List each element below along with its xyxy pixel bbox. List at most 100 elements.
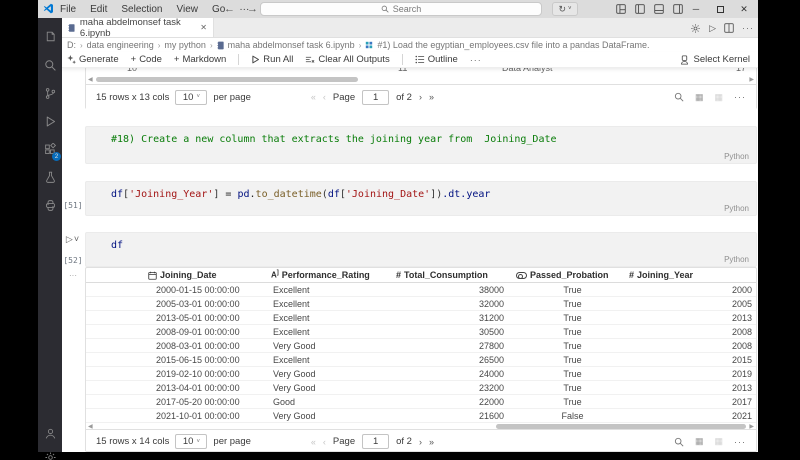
page-label: Page (333, 92, 355, 103)
run-all-button[interactable]: Run All (251, 54, 293, 65)
of-pages-label: of 2 (396, 436, 412, 447)
table-row[interactable]: 2013-05-01 00:00:00 Excellent 31200 True… (86, 311, 756, 325)
account-icon[interactable] (38, 422, 62, 444)
table-row[interactable]: 2008-03-01 00:00:00 Very Good 27800 True… (86, 339, 756, 353)
table-row[interactable]: 2000-01-15 00:00:00 Excellent 38000 True… (86, 283, 756, 297)
output-more-icon[interactable]: ··· (734, 437, 746, 447)
col-header-joining-year[interactable]: # Joining_Year (629, 270, 756, 280)
breadcrumb-drive[interactable]: D: (67, 40, 76, 50)
execution-count-52: [52] (62, 256, 84, 265)
menu-file[interactable]: File (60, 4, 76, 15)
explorer-icon[interactable] (38, 26, 62, 48)
run-all-icon (251, 55, 260, 64)
previous-output-container: 10 11 Data Analyst 17 ◀ ▶ 15 row (85, 68, 757, 109)
cell-language-label[interactable]: Python (724, 204, 749, 213)
add-markdown-button[interactable]: +Markdown (174, 54, 226, 65)
add-code-button[interactable]: +Code (131, 54, 162, 65)
col-header-passed-probation[interactable]: Passed_Probation (516, 270, 629, 280)
chevron-down-icon: ˅ (196, 94, 200, 100)
code-cell-comment[interactable]: #18) Create a new column that extracts t… (85, 126, 757, 164)
table-search-icon[interactable] (674, 437, 684, 447)
command-search-box[interactable]: Search (260, 2, 542, 16)
menu-selection[interactable]: Selection (121, 4, 162, 15)
close-window-button[interactable]: ✕ (732, 0, 756, 18)
tab-gear-icon[interactable] (690, 23, 701, 34)
col-header-performance-rating[interactable]: A] Performance_Rating (271, 270, 396, 280)
table-row[interactable]: 2019-02-10 00:00:00 Very Good 24000 True… (86, 367, 756, 381)
menu-view[interactable]: View (177, 4, 199, 15)
code-cell-df[interactable]: df Python (85, 232, 757, 267)
prev-page-button[interactable]: ‹ (323, 92, 326, 102)
table-row[interactable]: 2013-04-01 00:00:00 Very Good 23200 True… (86, 381, 756, 395)
toggle-secondary-sidebar-icon[interactable] (673, 4, 683, 14)
toolbar-more-icon[interactable]: ··· (470, 55, 482, 65)
next-page-button[interactable]: › (419, 437, 422, 447)
run-notebook-icon[interactable]: ▷ (709, 23, 716, 34)
page-size-select[interactable]: 10˅ (175, 434, 207, 449)
select-kernel-button[interactable]: Select Kernel (680, 54, 750, 65)
last-page-button[interactable]: » (429, 437, 434, 447)
table-row[interactable]: 2015-06-15 00:00:00 Excellent 26500 True… (86, 353, 756, 367)
grid-view-alt-icon[interactable]: ▦ (714, 92, 723, 103)
page-size-select[interactable]: 10˅ (175, 90, 207, 105)
run-cell-button[interactable]: ▷˅ (62, 234, 84, 245)
prev-page-button[interactable]: ‹ (323, 437, 326, 447)
toggle-sidebar-icon[interactable] (635, 4, 645, 14)
page-number-input[interactable]: 1 (362, 90, 389, 105)
first-page-button[interactable]: « (311, 437, 316, 447)
table-search-icon[interactable] (674, 92, 684, 102)
cell-language-label[interactable]: Python (724, 152, 749, 161)
generate-button[interactable]: Generate (67, 54, 119, 65)
tab-more-actions-icon[interactable]: ··· (742, 23, 754, 33)
col-header-total-consumption[interactable]: # Total_Consumption (396, 270, 516, 280)
tab-close-icon[interactable]: ✕ (200, 23, 207, 32)
pagination-bar-bottom: 15 rows x 14 cols 10˅ per page « ‹ Page … (86, 429, 756, 452)
scroll-left-icon: ◀ (88, 423, 93, 431)
breadcrumb-section[interactable]: #1) Load the egyptian_employees.csv file… (377, 40, 649, 50)
table-row[interactable]: 2005-03-01 00:00:00 Excellent 32000 True… (86, 297, 756, 311)
outline-button[interactable]: Outline (415, 54, 458, 65)
back-arrow-icon[interactable]: ← (224, 3, 235, 15)
tab-notebook[interactable]: maha abdelmonsef task 6.ipynb ✕ (62, 18, 214, 37)
cell-more-actions[interactable]: ··· (62, 271, 84, 280)
clear-all-outputs-button[interactable]: Clear All Outputs (305, 54, 389, 65)
breadcrumb-file[interactable]: maha abdelmonsef task 6.ipynb (228, 40, 355, 50)
minimize-button[interactable]: ─ (684, 0, 708, 18)
split-editor-icon[interactable] (724, 23, 734, 33)
grid-view-icon[interactable]: ▦ (695, 436, 704, 447)
next-page-button[interactable]: › (419, 92, 422, 102)
table-row[interactable]: 2021-10-01 00:00:00 Very Good 21600 Fals… (86, 409, 756, 423)
table-horizontal-scrollbar[interactable]: ◀ ▶ (86, 423, 756, 429)
cell-language-label[interactable]: Python (724, 255, 749, 264)
run-debug-icon[interactable] (38, 110, 62, 132)
grid-view-icon[interactable]: ▦ (695, 92, 704, 103)
first-page-button[interactable]: « (311, 92, 316, 102)
testing-icon[interactable] (38, 166, 62, 188)
search-sidebar-icon[interactable] (38, 54, 62, 76)
sync-button[interactable]: ↻˅ (552, 2, 578, 16)
col-header-joining-date[interactable]: Joining_Date (148, 270, 271, 280)
menu-edit[interactable]: Edit (90, 4, 107, 15)
chevron-down-icon: ˅ (196, 439, 200, 445)
scrollbar-thumb[interactable] (96, 77, 358, 82)
table-row[interactable]: 2017-05-20 00:00:00 Good 22000 True 2017 (86, 395, 756, 409)
settings-gear-icon[interactable] (38, 446, 62, 460)
breadcrumb-folder2[interactable]: my python (164, 40, 206, 50)
forward-arrow-icon[interactable]: → (247, 3, 258, 15)
scrollbar-thumb[interactable] (496, 424, 746, 429)
customize-layout-icon[interactable] (616, 4, 626, 14)
page-number-input[interactable]: 1 (362, 434, 389, 449)
breadcrumb-folder1[interactable]: data engineering (87, 40, 154, 50)
horizontal-scrollbar[interactable]: ◀ ▶ (86, 76, 756, 84)
last-page-button[interactable]: » (429, 92, 434, 102)
grid-view-alt-icon[interactable]: ▦ (714, 436, 723, 447)
toggle-panel-icon[interactable] (654, 4, 664, 14)
table-row[interactable]: 2008-09-01 00:00:00 Excellent 30500 True… (86, 325, 756, 339)
source-control-icon[interactable] (38, 82, 62, 104)
extensions-icon[interactable]: 2 (38, 138, 62, 160)
python-icon[interactable] (38, 194, 62, 216)
maximize-button[interactable] (708, 0, 732, 18)
code-line[interactable]: df['Joining_Year'] = pd.to_datetime(df['… (86, 182, 756, 200)
output-more-icon[interactable]: ··· (734, 92, 746, 102)
code-cell-joining-year[interactable]: df['Joining_Year'] = pd.to_datetime(df['… (85, 181, 757, 216)
